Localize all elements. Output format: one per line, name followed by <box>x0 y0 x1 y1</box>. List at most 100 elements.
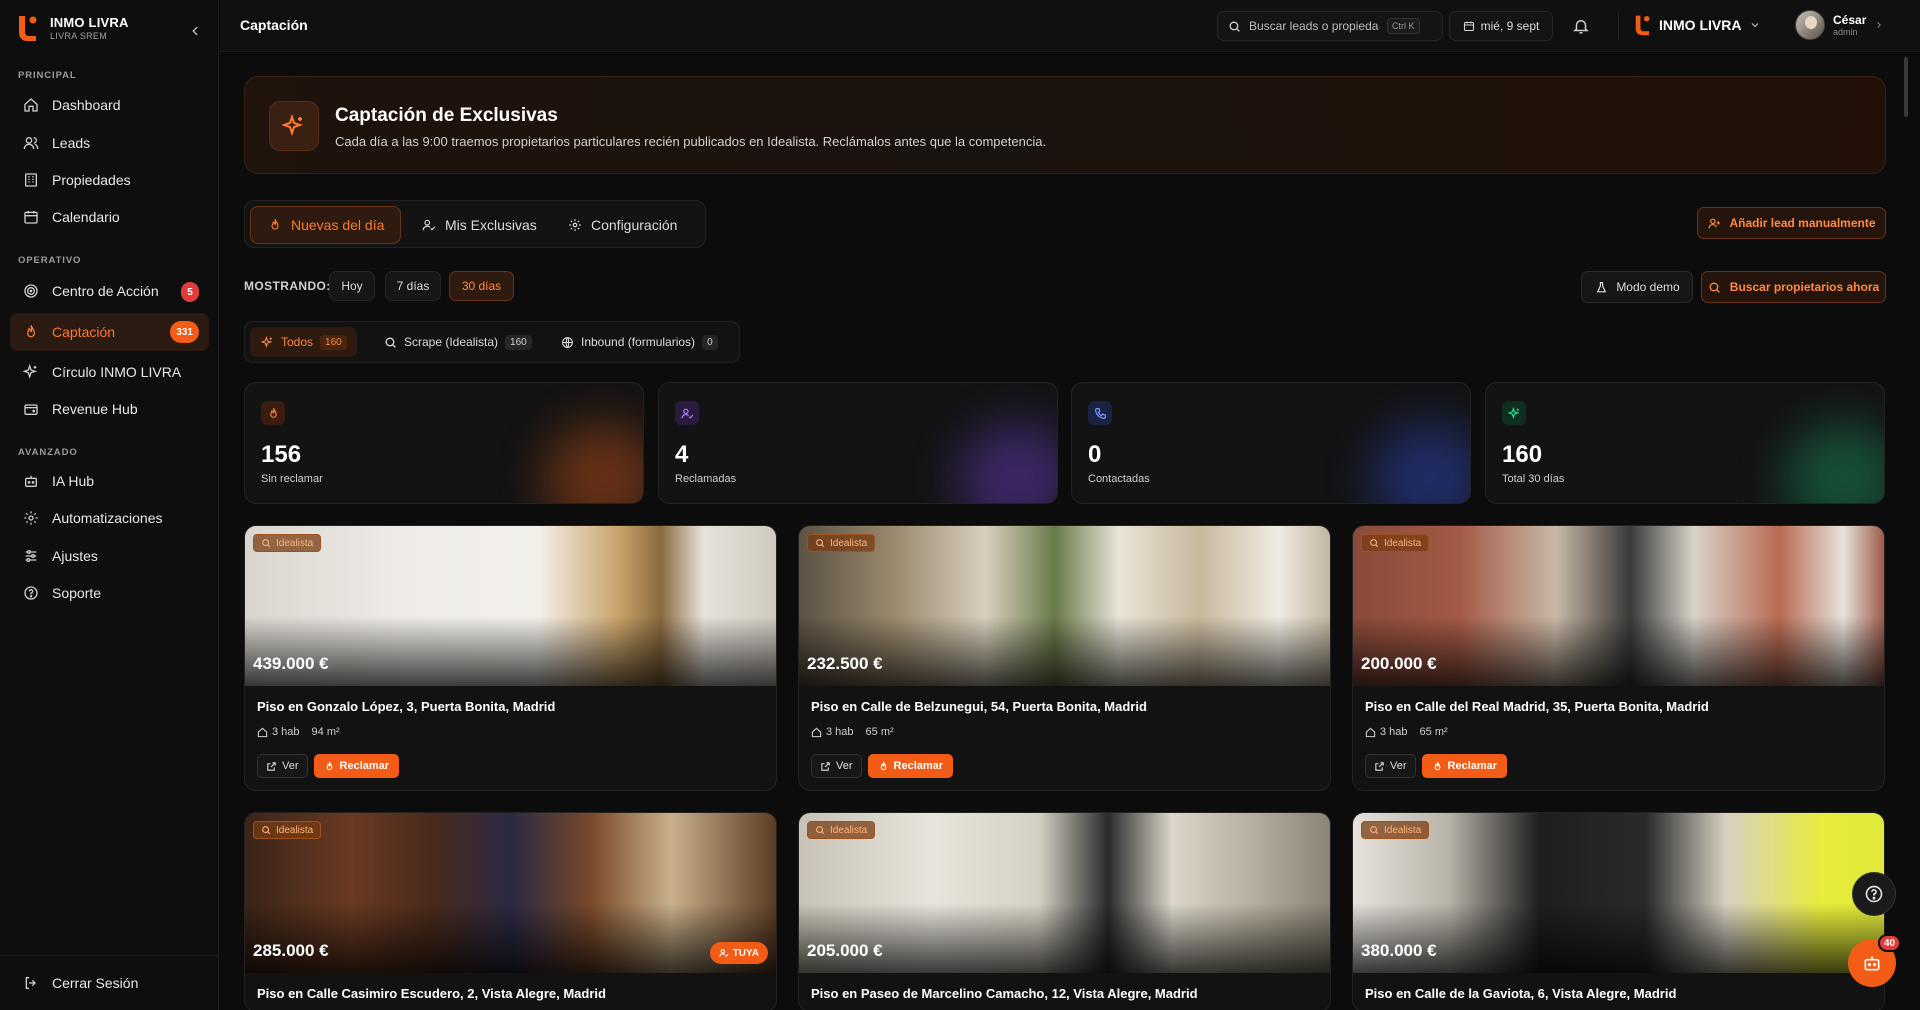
range-filter-label: MOSTRANDO: <box>244 279 331 293</box>
source-badge: Idealista <box>1361 821 1430 839</box>
organization-switcher[interactable]: INMO LIVRA <box>1633 14 1761 36</box>
avatar <box>1795 10 1825 40</box>
sidebar-item-label: IA Hub <box>52 473 95 489</box>
demo-mode-button[interactable]: Modo demo <box>1581 271 1693 303</box>
listing-card[interactable]: Idealista 200.000 € Piso en Calle del Re… <box>1352 525 1885 791</box>
scroll-thumb[interactable] <box>1904 57 1908 117</box>
help-button[interactable] <box>1852 872 1896 916</box>
home-icon <box>811 727 822 738</box>
section-label-principal: PRINCIPAL <box>18 70 77 81</box>
source-badge: Idealista <box>807 534 876 552</box>
source-tab-todos[interactable]: Todos 160 <box>250 327 357 357</box>
listing-price: 232.500 € <box>807 654 883 673</box>
hero-title: Captación de Exclusivas <box>335 105 558 126</box>
listing-address: Piso en Gonzalo López, 3, Puerta Bonita,… <box>257 699 556 714</box>
external-link-icon <box>1374 761 1385 772</box>
stat-glow <box>957 423 1057 503</box>
user-check-icon <box>675 401 699 425</box>
tab-nuevas-del-dia[interactable]: Nuevas del día <box>250 206 402 244</box>
listing-address: Piso en Calle Casimiro Escudero, 2, Vist… <box>257 986 606 1001</box>
flame-icon <box>878 761 889 772</box>
home-icon <box>22 96 40 114</box>
source-tab-inbound[interactable]: Inbound (formularios) 0 <box>550 327 728 357</box>
listing-rooms: 3 hab <box>1380 726 1408 738</box>
search-input[interactable] <box>1249 19 1379 33</box>
add-lead-button[interactable]: Añadir lead manualmente <box>1697 207 1886 239</box>
sidebar-item-propiedades[interactable]: Propiedades <box>10 161 209 199</box>
bot-icon <box>22 472 40 490</box>
main-content: Captación de Exclusivas Cada día a las 9… <box>220 53 1910 1010</box>
sparkles-icon <box>269 101 319 151</box>
sidebar-item-label: Calendario <box>52 209 120 225</box>
flame-icon <box>1432 761 1443 772</box>
external-link-icon <box>266 761 277 772</box>
listing-price: 439.000 € <box>253 654 329 673</box>
sidebar-item-ia-hub[interactable]: IA Hub <box>10 462 209 500</box>
sidebar-item-ajustes[interactable]: Ajustes <box>10 537 209 575</box>
listing-card[interactable]: Idealista 285.000 € TUYA Piso en Calle C… <box>244 812 777 1010</box>
tab-mis-exclusivas[interactable]: Mis Exclusivas <box>405 206 553 244</box>
stat-value: 156 <box>261 441 302 468</box>
stat-glow <box>1784 423 1884 503</box>
sparkles-icon <box>260 335 274 349</box>
sidebar-item-automatizaciones[interactable]: Automatizaciones <box>10 499 209 537</box>
source-tab-label: Scrape (Idealista) <box>404 335 499 349</box>
hero-description: Cada día a las 9:00 traemos propietarios… <box>335 134 1047 149</box>
search-icon <box>261 825 271 835</box>
source-tab-scrape[interactable]: Scrape (Idealista) 160 <box>373 327 542 357</box>
source-tab-count: 0 <box>702 334 718 350</box>
bell-icon[interactable] <box>1571 16 1591 36</box>
user-check-icon <box>421 217 437 233</box>
tab-configuracion[interactable]: Configuración <box>551 206 693 244</box>
brand[interactable]: INMO LIVRA LIVRA SREM <box>16 14 129 42</box>
brand-subtitle: LIVRA SREM <box>50 31 108 41</box>
calendar-icon <box>22 208 40 226</box>
view-listing-button[interactable]: Ver <box>1365 754 1416 778</box>
home-icon <box>257 727 268 738</box>
user-plus-icon <box>1707 216 1721 230</box>
search-owners-button[interactable]: Buscar propietarios ahora <box>1701 271 1886 303</box>
global-search[interactable]: Ctrl K <box>1217 11 1443 41</box>
sidebar-item-label: Soporte <box>52 585 102 601</box>
sparkles-icon <box>22 363 40 381</box>
captacion-badge: 331 <box>170 321 199 343</box>
sidebar-item-circulo[interactable]: Círculo INMO LIVRA <box>10 353 209 391</box>
search-shortcut: Ctrl K <box>1387 18 1420 34</box>
assistant-badge: 40 <box>1878 934 1902 952</box>
claim-listing-button[interactable]: Reclamar <box>867 754 954 778</box>
range-option-30-dias[interactable]: 30 días <box>449 271 514 301</box>
range-option-7-dias[interactable]: 7 días <box>385 271 441 301</box>
date-picker[interactable]: mié, 9 sept <box>1449 11 1553 41</box>
source-tab-label: Todos <box>281 335 314 349</box>
listing-card[interactable]: Idealista 380.000 € Piso en Calle de la … <box>1352 812 1885 1010</box>
listing-card[interactable]: Idealista 232.500 € Piso en Calle de Bel… <box>798 525 1331 791</box>
user-menu[interactable]: César admin <box>1795 10 1884 40</box>
listing-card[interactable]: Idealista 205.000 € Piso en Paseo de Mar… <box>798 812 1331 1010</box>
sidebar-item-revenue-hub[interactable]: Revenue Hub <box>10 390 209 428</box>
source-badge: Idealista <box>807 821 876 839</box>
source-tab-count: 160 <box>320 334 347 350</box>
sidebar-item-leads[interactable]: Leads <box>10 124 209 162</box>
sidebar-item-captacion[interactable]: Captación 331 <box>10 313 209 351</box>
logout-button[interactable]: Cerrar Sesión <box>22 974 138 992</box>
search-icon <box>1369 825 1379 835</box>
sidebar-item-soporte[interactable]: Soporte <box>10 574 209 612</box>
sidebar-item-centro-de-accion[interactable]: Centro de Acción 5 <box>10 272 209 310</box>
brand-logo-icon <box>1633 14 1651 36</box>
claim-listing-button[interactable]: Reclamar <box>313 754 400 778</box>
range-option-hoy[interactable]: Hoy <box>329 271 375 301</box>
sidebar-item-dashboard[interactable]: Dashboard <box>10 86 209 124</box>
tab-label: Configuración <box>591 217 678 233</box>
main-scrollbar[interactable] <box>1902 53 1910 1010</box>
claim-listing-button[interactable]: Reclamar <box>1421 754 1508 778</box>
listing-card[interactable]: Idealista 439.000 € Piso en Gonzalo Lópe… <box>244 525 777 791</box>
sidebar-item-calendario[interactable]: Calendario <box>10 198 209 236</box>
view-listing-button[interactable]: Ver <box>811 754 862 778</box>
stat-value: 0 <box>1088 441 1102 468</box>
user-name: César <box>1833 13 1867 27</box>
search-icon <box>383 335 397 349</box>
view-listing-button[interactable]: Ver <box>257 754 308 778</box>
collapse-sidebar-chevron-icon[interactable] <box>186 22 204 40</box>
logout-icon <box>22 974 40 992</box>
stat-label: Total 30 días <box>1502 473 1565 485</box>
